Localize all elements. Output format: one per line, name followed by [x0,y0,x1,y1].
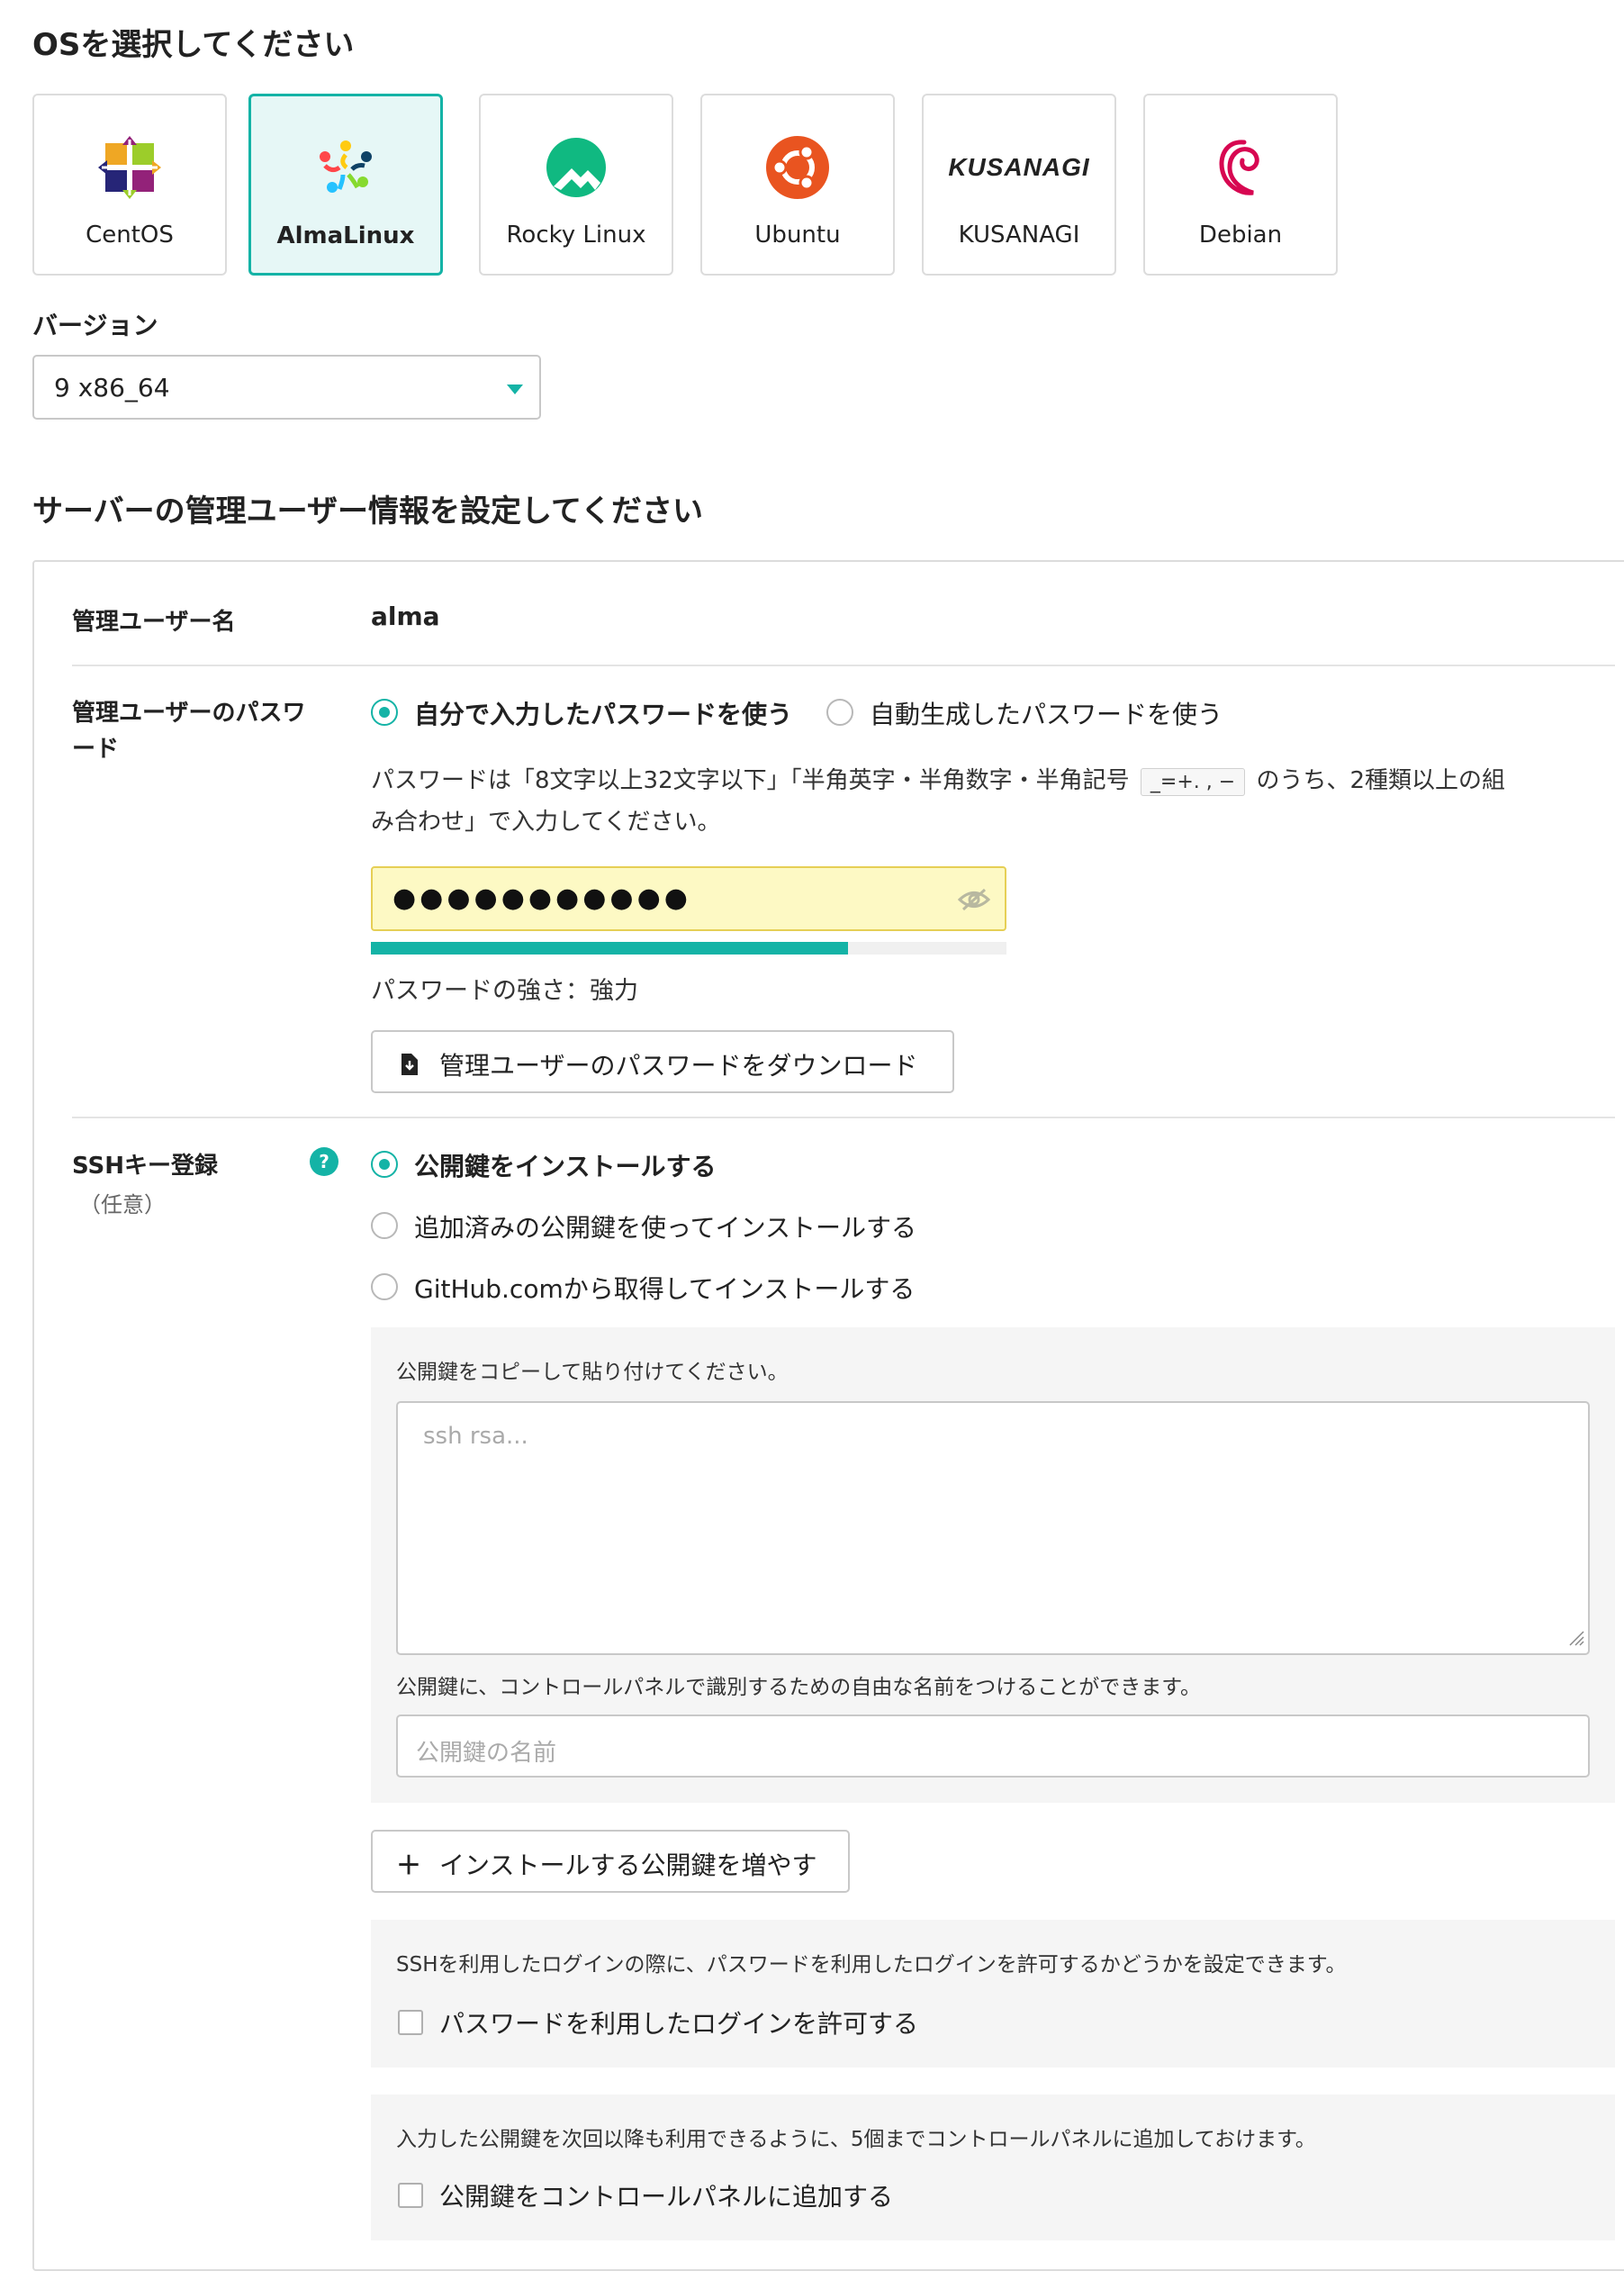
password-strength-bar [371,942,848,955]
save-key-checkbox[interactable] [398,2183,423,2208]
password-hint-line2: み合わせ」で入力してください。 [371,809,721,836]
password-strength-text: パスワードの強さ：強力 [371,977,638,1005]
key-name-input[interactable]: 公開鍵の名前 [396,1715,1590,1778]
divider [72,1117,1615,1118]
version-select[interactable]: 9 x86_64 [32,355,541,420]
option-existing-key[interactable]: 追加済みの公開鍵を使ってインストールする [414,1208,916,1244]
kusanagi-logo-icon: KUSANAGI [924,133,1114,202]
password-symbols: _=+. , − [1140,768,1246,796]
password-login-check-label[interactable]: パスワードを利用したログインを許可する [439,2004,918,2040]
password-label: 管理ユーザーのパスワ ード [72,695,305,767]
rocky-linux-logo-icon [481,133,672,202]
radio-install-key[interactable] [371,1151,398,1178]
option-manual-password[interactable]: 自分で入力したパスワードを使う [414,695,792,731]
ssh-label: SSHキー登録 [72,1153,219,1180]
admin-section-title: サーバーの管理ユーザー情報を設定してください [32,493,703,529]
option-install-key[interactable]: 公開鍵をインストールする [414,1147,716,1183]
os-name: KUSANAGI [958,222,1080,249]
os-card-almalinux[interactable]: AlmaLinux [248,94,443,276]
password-hint-text: パスワードは「8文字以上32文字以下」「半角英字・半角数字・半角記号 [371,767,1130,794]
save-key-check-label[interactable]: 公開鍵をコントロールパネルに追加する [439,2177,893,2213]
os-name: CentOS [86,222,174,249]
debian-logo-icon [1145,133,1336,202]
password-login-checkbox[interactable] [398,2010,423,2035]
password-input[interactable]: ●●●●●●●●●●● [371,866,1006,931]
eye-off-icon[interactable] [957,886,991,917]
radio-auto-password[interactable] [826,699,853,726]
chevron-down-icon [507,385,523,394]
password-label-line2: ード [72,736,120,763]
add-key-label: インストールする公開鍵を増やす [439,1850,817,1880]
password-strength-track [371,942,1006,955]
password-hint: パスワードは「8文字以上32文字以下」「半角英字・半角数字・半角記号 _=+. … [371,762,1505,796]
download-password-label: 管理ユーザーのパスワードをダウンロード [439,1051,918,1081]
password-masked-value: ●●●●●●●●●●● [392,882,691,914]
version-value: 9 x86_64 [54,373,170,403]
radio-existing-key[interactable] [371,1212,398,1239]
add-key-button[interactable]: ＋ インストールする公開鍵を増やす [371,1830,850,1893]
os-name: Rocky Linux [506,222,646,249]
ubuntu-logo-icon [702,133,893,202]
os-card-debian[interactable]: Debian [1143,94,1338,276]
help-icon[interactable]: ? [310,1147,338,1176]
resize-handle-icon[interactable] [1566,1628,1584,1650]
download-password-button[interactable]: 管理ユーザーのパスワードをダウンロード [371,1030,954,1093]
os-name: Debian [1198,222,1283,249]
username-value: alma [371,602,440,631]
password-hint-text-after: のうち、2種類以上の組 [1256,767,1505,794]
password-label-line1: 管理ユーザーのパスワ [72,700,306,727]
os-section-title: OSを選択してください [32,27,355,63]
os-card-kusanagi[interactable]: KUSANAGI KUSANAGI [922,94,1116,276]
public-key-textarea[interactable]: ssh rsa... [396,1401,1590,1655]
os-name: AlmaLinux [276,222,415,249]
kusanagi-logo-text: KUSANAGI [948,153,1090,181]
ssh-optional-label: （任意） [79,1192,166,1217]
plus-icon: ＋ [396,1850,422,1880]
password-login-box [371,1920,1615,2067]
os-name: Ubuntu [754,222,841,249]
username-label: 管理ユーザー名 [72,609,236,636]
radio-github-key[interactable] [371,1273,398,1300]
paste-instruction: 公開鍵をコピーして貼り付けてください。 [396,1361,789,1384]
key-name-instruction: 公開鍵に、コントロールパネルで識別するための自由な名前をつけることができます。 [396,1676,1202,1699]
password-login-note: SSHを利用したログインの際に、パスワードを利用したログインを許可するかどうかを… [396,1953,1347,1977]
radio-manual-password[interactable] [371,699,398,726]
centos-logo-icon [34,133,225,202]
save-key-box [371,2095,1615,2240]
version-label: バージョン [32,311,158,340]
file-download-icon [400,1052,418,1081]
almalinux-logo-icon [251,134,440,203]
save-key-note: 入力した公開鍵を次回以降も利用できるように、5個までコントロールパネルに追加して… [396,2128,1316,2151]
os-card-centos[interactable]: CentOS [32,94,227,276]
public-key-placeholder: ssh rsa... [423,1423,528,1450]
os-card-rocky-linux[interactable]: Rocky Linux [479,94,673,276]
divider [72,665,1615,666]
option-github-key[interactable]: GitHub.comから取得してインストールする [414,1270,915,1306]
os-card-ubuntu[interactable]: Ubuntu [700,94,895,276]
key-name-placeholder: 公開鍵の名前 [416,1740,557,1767]
option-auto-password[interactable]: 自動生成したパスワードを使う [870,695,1223,731]
